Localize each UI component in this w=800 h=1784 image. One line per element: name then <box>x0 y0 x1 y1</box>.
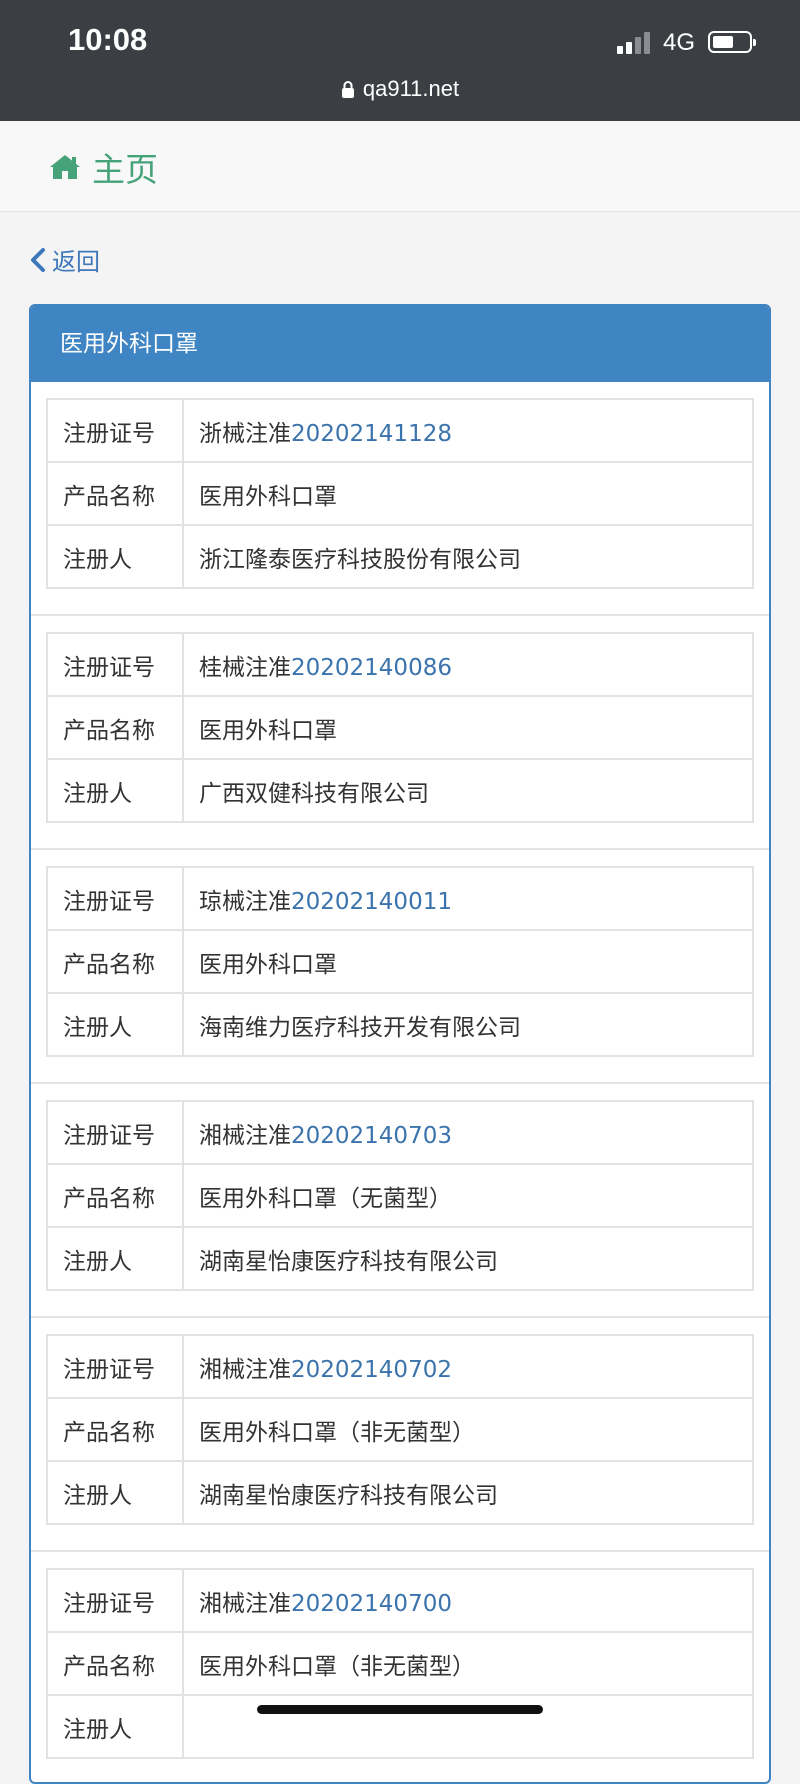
signal-strength-icon <box>617 32 653 54</box>
reg-no-label: 注册证号 <box>46 398 184 463</box>
registrant-label: 注册人 <box>46 758 184 823</box>
reg-no-value: 湘械注准20202140702 <box>182 1334 754 1399</box>
reg-no-value: 琼械注准20202140011 <box>182 866 754 931</box>
home-link[interactable]: 主页 <box>48 143 158 191</box>
record-table: 注册证号 浙械注准20202141128 产品名称 医用外科口罩 注册人 浙江隆… <box>46 398 754 589</box>
reg-prefix: 湘械注准 <box>199 1122 291 1149</box>
product-label: 产品名称 <box>46 461 184 526</box>
reg-prefix: 浙械注准 <box>199 420 291 447</box>
reg-no-value: 桂械注准20202140086 <box>182 632 754 697</box>
reg-number-link[interactable]: 20202140086 <box>291 655 452 681</box>
product-value: 医用外科口罩 <box>182 461 754 526</box>
back-label: 返回 <box>52 248 100 276</box>
reg-no-label: 注册证号 <box>46 1100 184 1165</box>
table-row: 注册证号 浙械注准20202141128 <box>46 398 754 463</box>
address-bar[interactable]: qa911.net <box>0 76 800 102</box>
home-icon <box>50 155 80 179</box>
registrant-value: 湖南星怡康医疗科技有限公司 <box>182 1460 754 1525</box>
reg-no-label: 注册证号 <box>46 1334 184 1399</box>
product-value: 医用外科口罩 <box>182 695 754 760</box>
record-item: 注册证号 浙械注准20202141128 产品名称 医用外科口罩 注册人 浙江隆… <box>31 382 769 616</box>
reg-prefix: 湘械注准 <box>199 1356 291 1383</box>
reg-prefix: 桂械注准 <box>199 654 291 681</box>
table-row: 产品名称 医用外科口罩（无菌型） <box>46 1163 754 1228</box>
product-label: 产品名称 <box>46 1631 184 1696</box>
url-text: qa911.net <box>362 76 460 101</box>
panel-title: 医用外科口罩 <box>31 306 769 382</box>
home-label: 主页 <box>92 150 158 189</box>
registrant-label: 注册人 <box>46 524 184 589</box>
record-item: 注册证号 湘械注准20202140703 产品名称 医用外科口罩（无菌型） 注册… <box>31 1084 769 1318</box>
product-label: 产品名称 <box>46 1397 184 1462</box>
lock-icon <box>341 81 354 98</box>
registrant-label: 注册人 <box>46 1694 184 1759</box>
table-row: 注册证号 湘械注准20202140703 <box>46 1100 754 1165</box>
table-row: 注册证号 琼械注准20202140011 <box>46 866 754 931</box>
record-item: 注册证号 湘械注准20202140700 产品名称 医用外科口罩（非无菌型） 注… <box>31 1552 769 1782</box>
table-row: 注册证号 湘械注准20202140702 <box>46 1334 754 1399</box>
table-row: 注册人 海南维力医疗科技开发有限公司 <box>46 992 754 1057</box>
table-row: 产品名称 医用外科口罩 <box>46 929 754 994</box>
reg-number-link[interactable]: 20202140703 <box>291 1123 452 1149</box>
table-row: 注册人 湖南星怡康医疗科技有限公司 <box>46 1460 754 1525</box>
network-type: 4G <box>663 29 696 56</box>
battery-icon <box>708 31 756 53</box>
table-row: 产品名称 医用外科口罩 <box>46 695 754 760</box>
table-row: 产品名称 医用外科口罩 <box>46 461 754 526</box>
product-label: 产品名称 <box>46 929 184 994</box>
record-table: 注册证号 湘械注准20202140702 产品名称 医用外科口罩（非无菌型） 注… <box>46 1334 754 1525</box>
results-panel: 医用外科口罩 注册证号 浙械注准20202141128 产品名称 医用外科口罩 … <box>29 304 771 1784</box>
table-row: 注册人 浙江隆泰医疗科技股份有限公司 <box>46 524 754 589</box>
record-table: 注册证号 湘械注准20202140703 产品名称 医用外科口罩（无菌型） 注册… <box>46 1100 754 1291</box>
reg-number-link[interactable]: 20202140700 <box>291 1591 452 1617</box>
registrant-value: 海南维力医疗科技开发有限公司 <box>182 992 754 1057</box>
reg-prefix: 琼械注准 <box>199 888 291 915</box>
reg-number-link[interactable]: 20202141128 <box>291 421 452 447</box>
home-indicator <box>257 1705 543 1714</box>
product-value: 医用外科口罩（无菌型） <box>182 1163 754 1228</box>
registrant-label: 注册人 <box>46 1460 184 1525</box>
record-item: 注册证号 琼械注准20202140011 产品名称 医用外科口罩 注册人 海南维… <box>31 850 769 1084</box>
reg-number-link[interactable]: 20202140011 <box>291 889 452 915</box>
product-label: 产品名称 <box>46 1163 184 1228</box>
reg-no-value: 湘械注准20202140703 <box>182 1100 754 1165</box>
reg-no-label: 注册证号 <box>46 632 184 697</box>
table-row: 产品名称 医用外科口罩（非无菌型） <box>46 1631 754 1696</box>
reg-no-value: 湘械注准20202140700 <box>182 1568 754 1633</box>
table-row: 注册证号 桂械注准20202140086 <box>46 632 754 697</box>
registrant-value: 广西双健科技有限公司 <box>182 758 754 823</box>
product-label: 产品名称 <box>46 695 184 760</box>
table-row: 注册人 广西双健科技有限公司 <box>46 758 754 823</box>
registrant-value: 浙江隆泰医疗科技股份有限公司 <box>182 524 754 589</box>
reg-no-label: 注册证号 <box>46 866 184 931</box>
status-time: 10:08 <box>68 22 148 57</box>
reg-number-link[interactable]: 20202140702 <box>291 1357 452 1383</box>
table-row: 注册人 湖南星怡康医疗科技有限公司 <box>46 1226 754 1291</box>
registrant-label: 注册人 <box>46 992 184 1057</box>
status-bar: 10:08 4G qa911.net <box>0 0 800 121</box>
record-table: 注册证号 琼械注准20202140011 产品名称 医用外科口罩 注册人 海南维… <box>46 866 754 1057</box>
reg-no-label: 注册证号 <box>46 1568 184 1633</box>
records-list: 注册证号 浙械注准20202141128 产品名称 医用外科口罩 注册人 浙江隆… <box>31 382 769 1782</box>
back-link[interactable]: 返回 <box>30 242 100 277</box>
reg-no-value: 浙械注准20202141128 <box>182 398 754 463</box>
product-value: 医用外科口罩 <box>182 929 754 994</box>
registrant-label: 注册人 <box>46 1226 184 1291</box>
table-row: 注册证号 湘械注准20202140700 <box>46 1568 754 1633</box>
table-row: 产品名称 医用外科口罩（非无菌型） <box>46 1397 754 1462</box>
reg-prefix: 湘械注准 <box>199 1590 291 1617</box>
record-item: 注册证号 桂械注准20202140086 产品名称 医用外科口罩 注册人 广西双… <box>31 616 769 850</box>
registrant-value: 湖南星怡康医疗科技有限公司 <box>182 1226 754 1291</box>
record-table: 注册证号 湘械注准20202140700 产品名称 医用外科口罩（非无菌型） 注… <box>46 1568 754 1759</box>
top-nav: 主页 <box>0 121 800 212</box>
record-table: 注册证号 桂械注准20202140086 产品名称 医用外科口罩 注册人 广西双… <box>46 632 754 823</box>
product-value: 医用外科口罩（非无菌型） <box>182 1397 754 1462</box>
record-item: 注册证号 湘械注准20202140702 产品名称 医用外科口罩（非无菌型） 注… <box>31 1318 769 1552</box>
chevron-left-icon <box>31 247 45 272</box>
product-value: 医用外科口罩（非无菌型） <box>182 1631 754 1696</box>
